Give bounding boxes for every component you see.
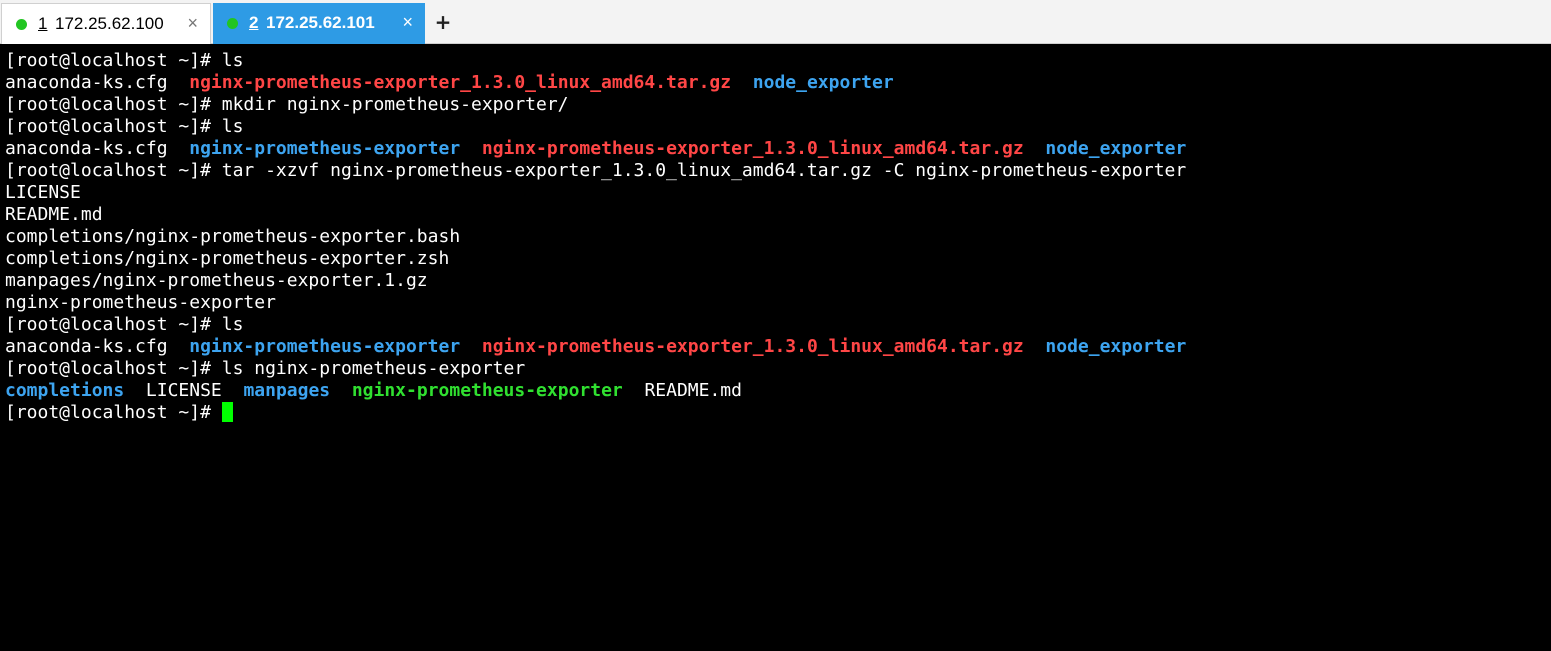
terminal-text: LICENSE	[5, 182, 81, 203]
session-tab-1[interactable]: 1 172.25.62.100 ×	[1, 3, 211, 44]
tab-number: 1	[38, 14, 48, 33]
terminal-line: [root@localhost ~]# ls	[5, 50, 1551, 72]
terminal-cursor	[221, 402, 233, 422]
tab-number: 2	[249, 13, 259, 32]
terminal-text: completions/nginx-prometheus-exporter.ba…	[5, 226, 461, 247]
terminal-text: completions	[5, 380, 125, 401]
terminal-text: manpages/nginx-prometheus-exporter.1.gz	[5, 270, 428, 291]
terminal-text: [root@localhost ~]# ls	[5, 116, 244, 137]
terminal-line: nginx-prometheus-exporter	[5, 292, 1551, 314]
close-tab-icon[interactable]: ×	[402, 12, 413, 33]
terminal-text: anaconda-ks.cfg	[5, 72, 190, 93]
terminal-text: node_exporter	[1045, 336, 1187, 357]
terminal-text: [root@localhost ~]# ls	[5, 50, 244, 71]
terminal-text: [root@localhost ~]# mkdir nginx-promethe…	[5, 94, 569, 115]
session-tab-bar: 1 172.25.62.100 × 2 172.25.62.101 × +	[0, 0, 1551, 44]
terminal-line: completions/nginx-prometheus-exporter.zs…	[5, 248, 1551, 270]
terminal-text: nginx-prometheus-exporter	[5, 292, 276, 313]
tab-host-label: 172.25.62.100	[55, 14, 164, 33]
terminal-line: [root@localhost ~]# ls	[5, 314, 1551, 336]
connection-status-icon	[16, 19, 27, 30]
terminal-line: manpages/nginx-prometheus-exporter.1.gz	[5, 270, 1551, 292]
terminal-text: node_exporter	[1045, 138, 1187, 159]
terminal-text: LICENSE	[124, 380, 244, 401]
terminal-text: nginx-prometheus-exporter_1.3.0_linux_am…	[481, 336, 1024, 357]
terminal-line: [root@localhost ~]# ls	[5, 116, 1551, 138]
terminal-text: completions/nginx-prometheus-exporter.zs…	[5, 248, 450, 269]
close-tab-icon[interactable]: ×	[187, 13, 198, 34]
terminal-line: [root@localhost ~]#	[5, 402, 1551, 424]
terminal-text: nginx-prometheus-exporter	[351, 380, 623, 401]
terminal-text: [root@localhost ~]#	[5, 402, 222, 423]
terminal-text: anaconda-ks.cfg	[5, 336, 190, 357]
terminal-line: anaconda-ks.cfg nginx-prometheus-exporte…	[5, 336, 1551, 358]
terminal-text: node_exporter	[752, 72, 894, 93]
terminal-text: manpages	[243, 380, 331, 401]
terminal-text: nginx-prometheus-exporter_1.3.0_linux_am…	[481, 138, 1024, 159]
terminal-line: completions LICENSE manpages nginx-prome…	[5, 380, 1551, 402]
terminal-line: [root@localhost ~]# ls nginx-prometheus-…	[5, 358, 1551, 380]
terminal-line: [root@localhost ~]# tar -xzvf nginx-prom…	[5, 160, 1551, 182]
terminal-line: anaconda-ks.cfg nginx-prometheus-exporte…	[5, 72, 1551, 94]
add-tab-icon[interactable]: +	[433, 8, 453, 36]
connection-status-icon	[227, 18, 238, 29]
tab-host-label: 172.25.62.101	[266, 13, 375, 32]
terminal-line: README.md	[5, 204, 1551, 226]
session-tab-2[interactable]: 2 172.25.62.101 ×	[213, 3, 425, 44]
terminal-line: [root@localhost ~]# mkdir nginx-promethe…	[5, 94, 1551, 116]
terminal-text: nginx-prometheus-exporter	[189, 138, 461, 159]
terminal-line: completions/nginx-prometheus-exporter.ba…	[5, 226, 1551, 248]
terminal-text: README.md	[622, 380, 742, 401]
terminal-text: [root@localhost ~]# tar -xzvf nginx-prom…	[5, 160, 1187, 181]
terminal-output[interactable]: [root@localhost ~]# ls anaconda-ks.cfg ng…	[0, 46, 1551, 651]
terminal-text: [root@localhost ~]# ls	[5, 314, 244, 335]
terminal-text: README.md	[5, 204, 103, 225]
terminal-line: anaconda-ks.cfg nginx-prometheus-exporte…	[5, 138, 1551, 160]
terminal-text: nginx-prometheus-exporter	[189, 336, 461, 357]
terminal-text: [root@localhost ~]# ls nginx-prometheus-…	[5, 358, 526, 379]
terminal-line: LICENSE	[5, 182, 1551, 204]
terminal-text: nginx-prometheus-exporter_1.3.0_linux_am…	[189, 72, 732, 93]
terminal-text: anaconda-ks.cfg	[5, 138, 190, 159]
